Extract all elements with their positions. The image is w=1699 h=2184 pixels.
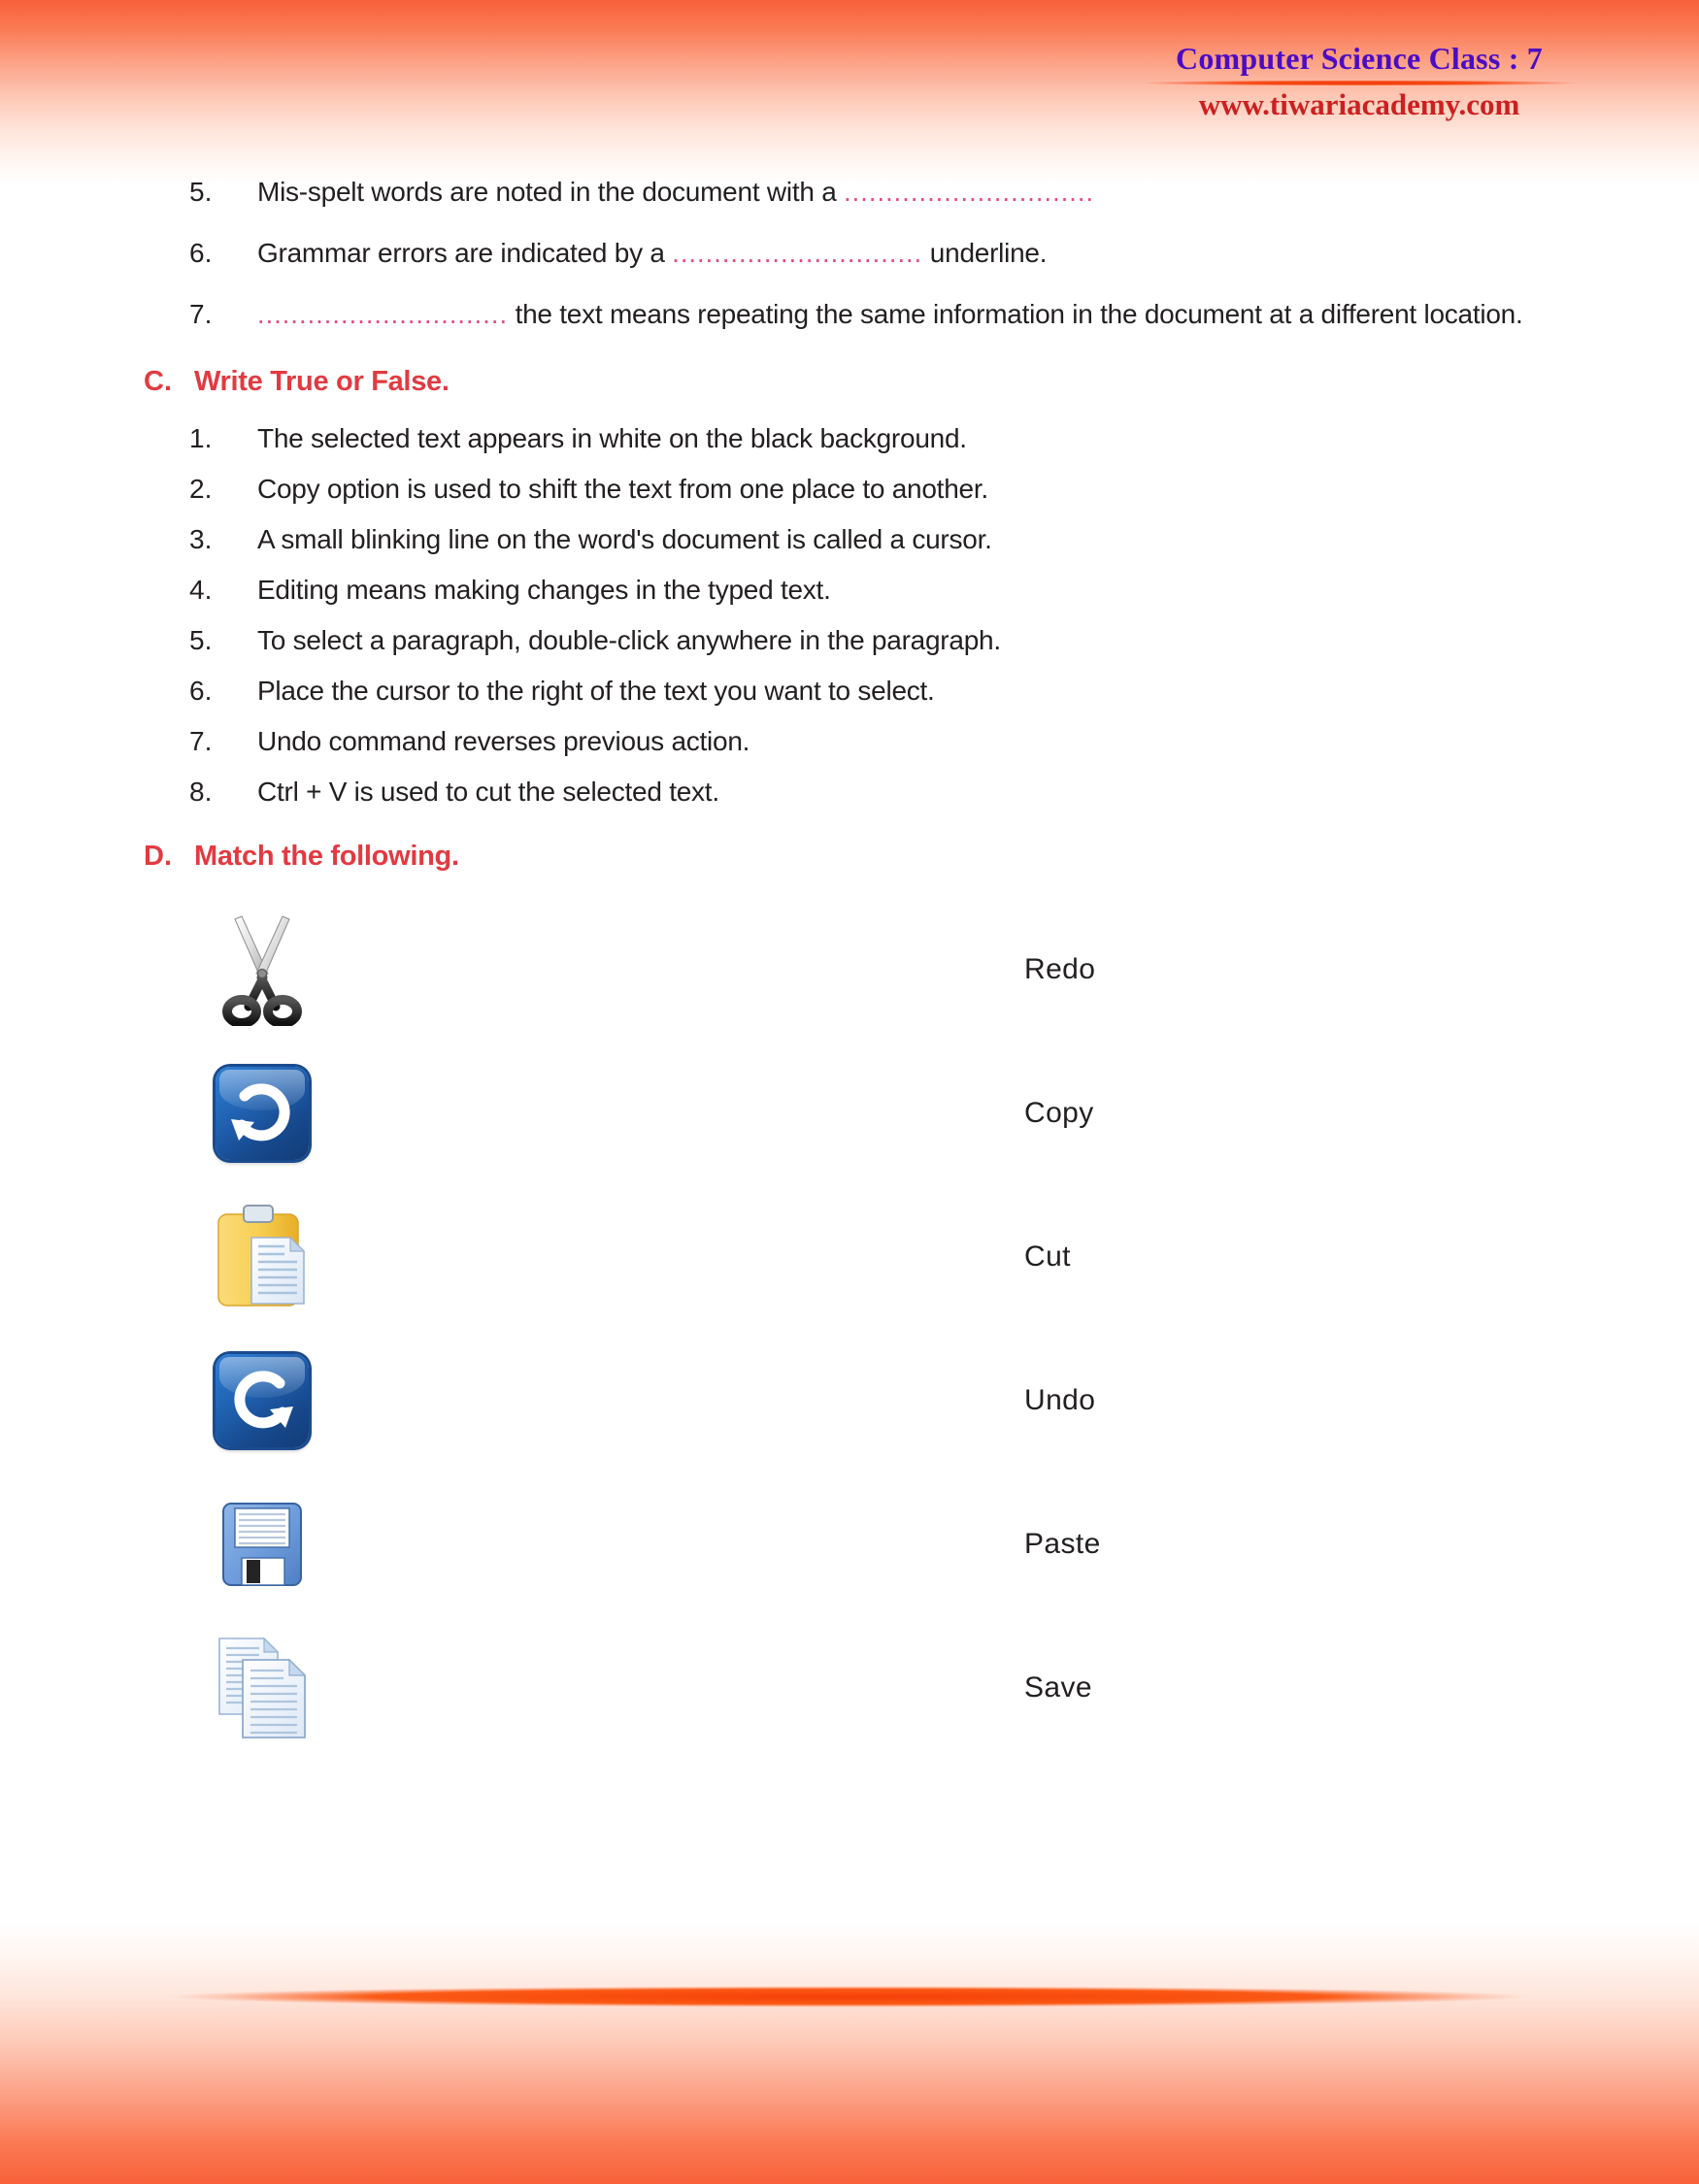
header-website-url: www.tiwariacademy.com (1198, 87, 1520, 121)
item-number: 8. (189, 776, 213, 807)
document-page: Computer Science Class : 7 www.tiwariaca… (0, 0, 1699, 2184)
item-number: 5. (189, 624, 213, 655)
item-text-before: Mis-spelt words are noted in the documen… (257, 177, 845, 207)
item-text: Mis-spelt words are noted in the documen… (257, 175, 1582, 211)
floppy-disk-save-icon (222, 1502, 302, 1586)
match-row: Paste (204, 1473, 1699, 1616)
match-row: Redo (204, 898, 1699, 1042)
item-text: .............................. the text … (257, 297, 1582, 333)
page-header: Computer Science Class : 7 www.tiwariaca… (1107, 41, 1612, 122)
item-text: Grammar errors are indicated by a ......… (257, 236, 1582, 272)
blank-dots: .............................. (672, 238, 923, 268)
match-row: Save (204, 1616, 1699, 1760)
match-label[interactable]: Cut (1024, 1241, 1071, 1274)
header-title: Computer Science Class : 7 (1176, 41, 1543, 76)
list-item: 5. To select a paragraph, double-click a… (0, 625, 1699, 656)
match-icon-cell[interactable] (204, 1055, 320, 1172)
footer-lens-divider (170, 1986, 1529, 2007)
item-number: 7. (189, 725, 213, 756)
match-row: Cut (204, 1185, 1699, 1329)
match-label[interactable]: Undo (1024, 1384, 1095, 1417)
section-heading-c: C. Write True or False. (0, 366, 1699, 398)
item-text: The selected text appears in white on th… (257, 422, 967, 453)
list-item: 2. Copy option is used to shift the text… (0, 474, 1699, 505)
item-number: 7. (189, 298, 213, 329)
match-icon-cell[interactable] (204, 1486, 320, 1603)
match-icon-cell[interactable] (204, 1630, 320, 1746)
match-label[interactable]: Save (1024, 1671, 1092, 1704)
item-number: 3. (189, 523, 213, 554)
section-letter: C. (144, 365, 172, 397)
item-text: Editing means making changes in the type… (257, 574, 831, 605)
section-letter: D. (144, 840, 172, 872)
match-icon-cell[interactable] (204, 1342, 320, 1459)
item-number: 6. (189, 675, 213, 706)
true-false-list: 1. The selected text appears in white on… (0, 423, 1699, 808)
blank-dots: .............................. (257, 299, 509, 329)
item-text: Place the cursor to the right of the tex… (257, 675, 935, 706)
match-row: Copy (204, 1042, 1699, 1185)
item-number: 6. (189, 237, 213, 268)
item-text-after: underline. (922, 237, 1048, 268)
list-item: 5. Mis-spelt words are noted in the docu… (0, 175, 1699, 211)
item-number: 4. (189, 574, 213, 605)
list-item: 1. The selected text appears in white on… (0, 423, 1699, 454)
item-text: Copy option is used to shift the text fr… (257, 473, 988, 504)
item-number: 2. (189, 473, 213, 504)
match-label[interactable]: Copy (1024, 1097, 1094, 1130)
list-item: 7. .............................. the te… (0, 297, 1699, 333)
document-body: 5. Mis-spelt words are noted in the docu… (0, 175, 1699, 1760)
list-item: 8. Ctrl + V is used to cut the selected … (0, 777, 1699, 808)
match-icon-cell[interactable] (204, 911, 320, 1028)
copy-documents-icon (218, 1637, 307, 1738)
scissors-icon (222, 915, 302, 1026)
section-title: Write True or False. (194, 365, 450, 397)
header-divider-rule (1138, 81, 1581, 85)
list-item: 3. A small blinking line on the word's d… (0, 524, 1699, 555)
bottom-gradient-band (0, 1922, 1699, 2184)
section-title: Match the following. (194, 840, 459, 872)
match-icon-cell[interactable] (204, 1199, 320, 1315)
match-label[interactable]: Redo (1024, 953, 1095, 986)
fill-in-blanks-list: 5. Mis-spelt words are noted in the docu… (0, 175, 1699, 333)
item-text-before: Grammar errors are indicated by a (257, 237, 673, 268)
list-item: 4. Editing means making changes in the t… (0, 575, 1699, 606)
section-heading-d: D. Match the following. (0, 841, 1699, 873)
redo-arrow-icon (216, 1353, 309, 1447)
blank-dots: .............................. (844, 178, 1095, 207)
item-text: Undo command reverses previous action. (257, 725, 750, 756)
list-item: 6. Place the cursor to the right of the … (0, 676, 1699, 707)
item-number: 5. (189, 177, 213, 207)
match-the-following-table: Redo Copy Cut Undo Paste Save (0, 898, 1699, 1760)
item-text-after: the text means repeating the same inform… (508, 298, 1523, 329)
item-text: Ctrl + V is used to cut the selected tex… (257, 776, 719, 807)
match-label[interactable]: Paste (1024, 1528, 1101, 1561)
undo-arrow-icon (216, 1066, 309, 1160)
match-row: Undo (204, 1329, 1699, 1473)
list-item: 7. Undo command reverses previous action… (0, 726, 1699, 757)
item-number: 1. (189, 422, 213, 453)
clipboard-paste-icon (217, 1204, 306, 1307)
item-text: A small blinking line on the word's docu… (257, 523, 992, 554)
item-text: To select a paragraph, double-click anyw… (257, 624, 1001, 655)
list-item: 6. Grammar errors are indicated by a ...… (0, 236, 1699, 272)
